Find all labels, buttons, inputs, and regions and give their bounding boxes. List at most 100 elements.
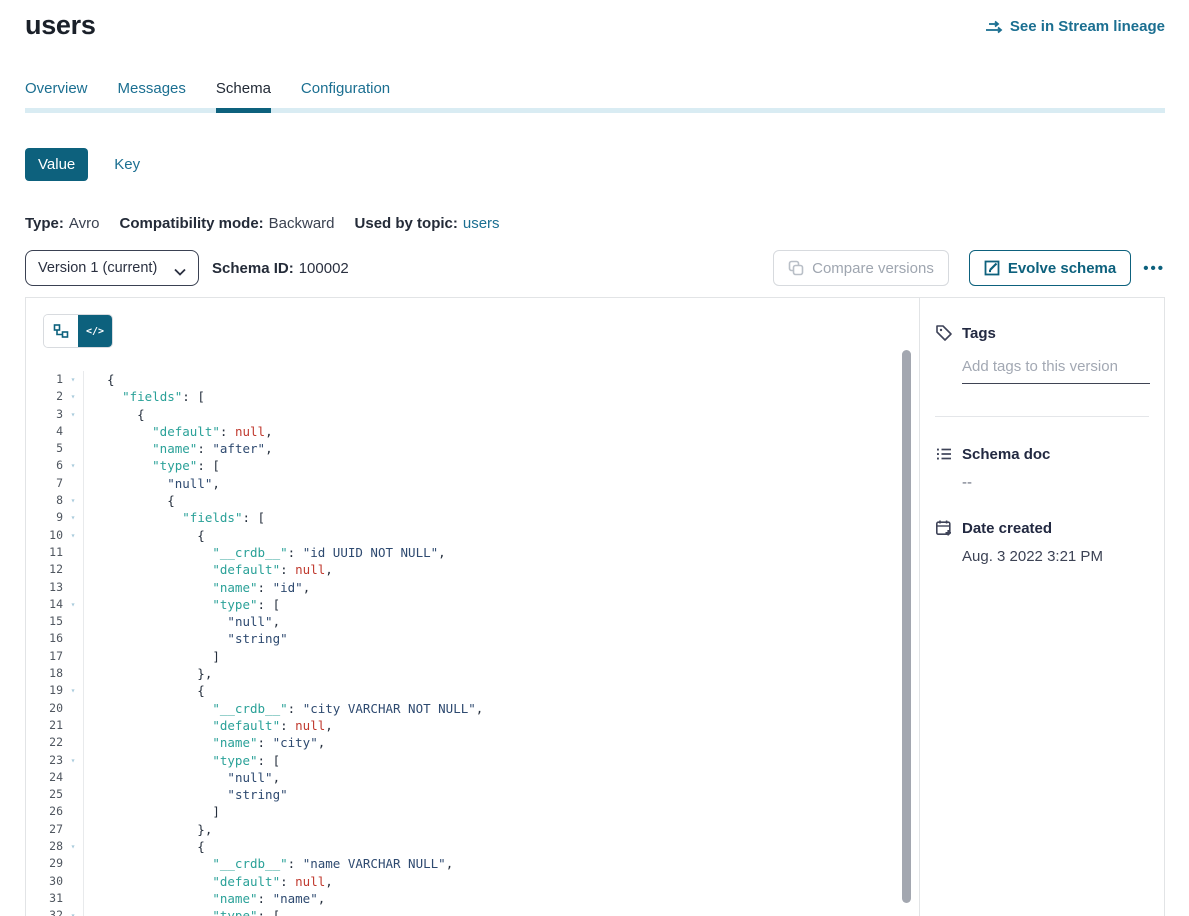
stream-lineage-label: See in Stream lineage <box>1010 18 1165 35</box>
stream-lineage-link[interactable]: See in Stream lineage <box>985 18 1165 35</box>
line-number: 14 <box>26 596 63 613</box>
code-editor[interactable]: 1▾{2▾ "fields": [3▾ {4 "default": null,5… <box>26 371 921 916</box>
code-line: 18 }, <box>26 665 921 682</box>
fold-arrow-icon[interactable]: ▾ <box>63 838 83 855</box>
tab-messages[interactable]: Messages <box>118 80 186 113</box>
value-toggle-button[interactable]: Value <box>25 148 88 181</box>
code-text: { <box>83 406 921 423</box>
fold-arrow-icon[interactable]: ▾ <box>63 509 83 526</box>
fold-spacer <box>63 665 83 682</box>
code-text: "null", <box>83 475 921 492</box>
code-line: 32▾ "type": [ <box>26 907 921 916</box>
code-line: 28▾ { <box>26 838 921 855</box>
fold-arrow-icon[interactable]: ▾ <box>63 596 83 613</box>
tags-input[interactable] <box>962 355 1150 384</box>
evolve-schema-icon <box>984 260 1000 276</box>
fold-spacer <box>63 873 83 890</box>
fold-arrow-icon[interactable]: ▾ <box>63 388 83 405</box>
tree-view-button[interactable] <box>44 315 78 347</box>
fold-arrow-icon[interactable]: ▾ <box>63 907 83 916</box>
code-text: "default": null, <box>83 873 921 890</box>
schema-doc-section: Schema doc -- <box>935 445 1149 491</box>
tab-schema[interactable]: Schema <box>216 80 271 113</box>
fold-spacer <box>63 613 83 630</box>
fold-spacer <box>63 440 83 457</box>
date-created-heading: Date created <box>962 520 1052 537</box>
evolve-schema-label: Evolve schema <box>1008 260 1116 277</box>
code-text: "__crdb__": "id UUID NOT NULL", <box>83 544 921 561</box>
line-number: 4 <box>26 423 63 440</box>
schema-id-label: Schema ID: <box>212 260 294 277</box>
fold-spacer <box>63 855 83 872</box>
topic-link[interactable]: users <box>463 215 500 232</box>
schema-id-value: 100002 <box>299 260 349 277</box>
tab-overview[interactable]: Overview <box>25 80 88 113</box>
more-options-button[interactable]: ••• <box>1143 260 1165 277</box>
editor-scrollbar-thumb[interactable] <box>902 350 911 903</box>
fold-arrow-icon[interactable]: ▾ <box>63 752 83 769</box>
tab-underline-track <box>25 108 1165 113</box>
code-line: 7 "null", <box>26 475 921 492</box>
code-text: "type": [ <box>83 596 921 613</box>
version-select-value: Version 1 (current) <box>38 260 157 276</box>
fold-arrow-icon[interactable]: ▾ <box>63 492 83 509</box>
fold-spacer <box>63 786 83 803</box>
code-view-button[interactable]: </> <box>78 315 112 347</box>
list-icon <box>935 445 953 463</box>
evolve-schema-button[interactable]: Evolve schema <box>969 250 1131 286</box>
fold-arrow-icon[interactable]: ▾ <box>63 527 83 544</box>
code-text: "fields": [ <box>83 388 921 405</box>
code-line: 30 "default": null, <box>26 873 921 890</box>
compare-versions-label: Compare versions <box>812 260 934 277</box>
fold-spacer <box>63 803 83 820</box>
fold-spacer <box>63 769 83 786</box>
line-number: 10 <box>26 527 63 544</box>
code-line: 23▾ "type": [ <box>26 752 921 769</box>
code-text: { <box>83 492 921 509</box>
fold-arrow-icon[interactable]: ▾ <box>63 457 83 474</box>
fold-spacer <box>63 561 83 578</box>
tab-list: Overview Messages Schema Configuration <box>25 80 1165 113</box>
code-line: 25 "string" <box>26 786 921 803</box>
code-line: 26 ] <box>26 803 921 820</box>
editor-view-toggle: </> <box>44 315 112 347</box>
code-text: ] <box>83 648 921 665</box>
line-number: 8 <box>26 492 63 509</box>
line-number: 11 <box>26 544 63 561</box>
date-created-value: Aug. 3 2022 3:21 PM <box>962 548 1149 565</box>
line-number: 7 <box>26 475 63 492</box>
compatibility-mode: Compatibility mode:Backward <box>119 215 334 232</box>
fold-spacer <box>63 475 83 492</box>
code-line: 14▾ "type": [ <box>26 596 921 613</box>
fold-spacer <box>63 734 83 751</box>
fold-spacer <box>63 630 83 647</box>
fold-spacer <box>63 423 83 440</box>
code-text: { <box>83 838 921 855</box>
code-text: "string" <box>83 786 921 803</box>
key-toggle-button[interactable]: Key <box>114 156 140 173</box>
code-line: 4 "default": null, <box>26 423 921 440</box>
code-line: 3▾ { <box>26 406 921 423</box>
code-line: 20 "__crdb__": "city VARCHAR NOT NULL", <box>26 700 921 717</box>
compare-versions-button[interactable]: Compare versions <box>773 250 949 286</box>
line-number: 30 <box>26 873 63 890</box>
code-text: "default": null, <box>83 561 921 578</box>
line-number: 18 <box>26 665 63 682</box>
fold-arrow-icon[interactable]: ▾ <box>63 682 83 699</box>
code-text: "null", <box>83 769 921 786</box>
line-number: 24 <box>26 769 63 786</box>
code-text: "__crdb__": "city VARCHAR NOT NULL", <box>83 700 921 717</box>
line-number: 32 <box>26 907 63 916</box>
version-select[interactable]: Version 1 (current) <box>25 250 199 286</box>
code-text: "name": "city", <box>83 734 921 751</box>
fold-spacer <box>63 700 83 717</box>
code-text: { <box>83 371 921 388</box>
fold-arrow-icon[interactable]: ▾ <box>63 371 83 388</box>
tab-configuration[interactable]: Configuration <box>301 80 390 113</box>
fold-arrow-icon[interactable]: ▾ <box>63 406 83 423</box>
code-line: 21 "default": null, <box>26 717 921 734</box>
code-text: "null", <box>83 613 921 630</box>
code-text: }, <box>83 665 921 682</box>
line-number: 19 <box>26 682 63 699</box>
code-text: "string" <box>83 630 921 647</box>
